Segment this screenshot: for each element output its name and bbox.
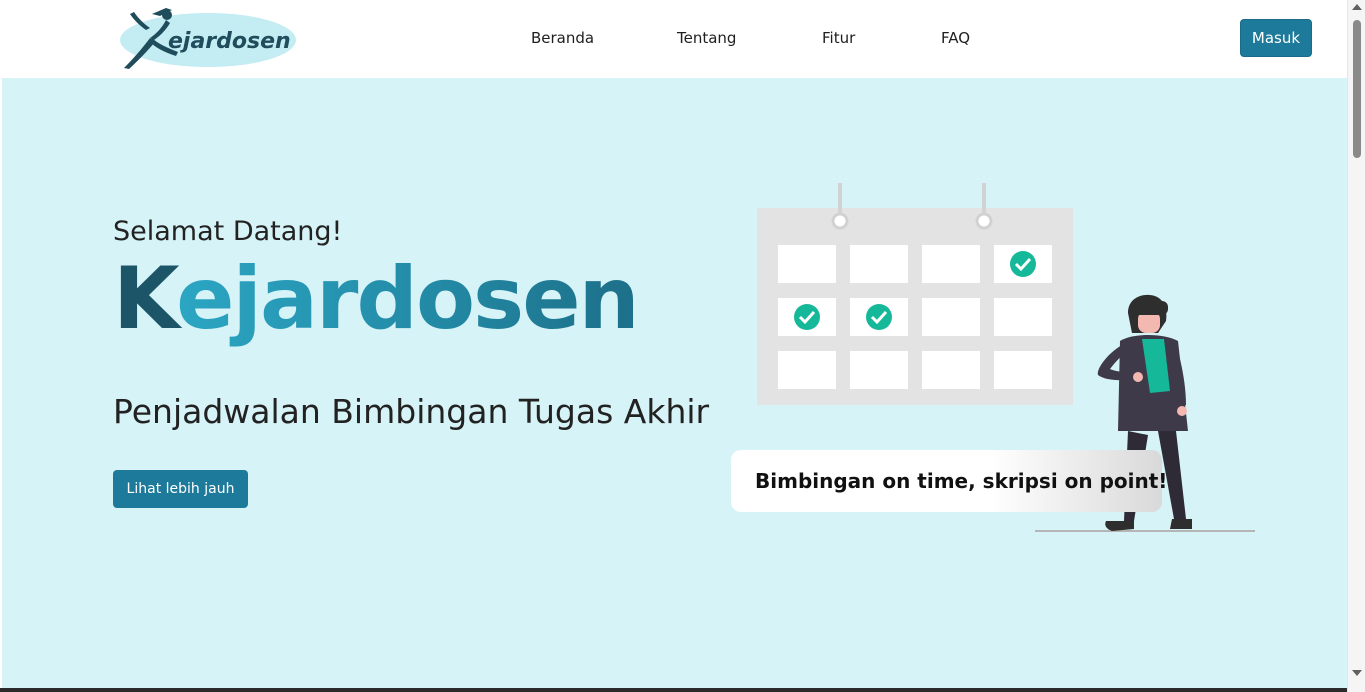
brand-first-letter: K: [113, 249, 178, 349]
brand-rest: ejardosen: [176, 249, 640, 349]
login-button[interactable]: Masuk: [1240, 19, 1312, 57]
hero-section: Selamat Datang! Kejardosen Penjadwalan B…: [2, 78, 1347, 688]
nav-fitur[interactable]: Fitur: [822, 29, 855, 47]
navbar: ejardosen Beranda Tentang Fitur FAQ Masu…: [2, 0, 1347, 78]
check-icon: [794, 304, 820, 330]
vertical-scrollbar[interactable]: [1347, 0, 1365, 692]
scroll-up-arrow-icon[interactable]: [1352, 4, 1362, 10]
nav-tentang[interactable]: Tentang: [677, 29, 736, 47]
check-icon: [866, 304, 892, 330]
check-icon: [1010, 251, 1036, 277]
quote-banner: Bimbingan on time, skripsi on point!: [731, 450, 1167, 512]
brand-title: Kejardosen: [113, 249, 640, 349]
bottom-edge: [0, 688, 1347, 692]
nav-links: Beranda Tentang Fitur FAQ: [2, 0, 1347, 78]
nav-beranda[interactable]: Beranda: [531, 29, 594, 47]
scroll-down-arrow-icon[interactable]: [1352, 670, 1362, 676]
tagline-text: Penjadwalan Bimbingan Tugas Akhir: [113, 392, 710, 431]
scroll-thumb[interactable]: [1353, 20, 1361, 158]
greeting-text: Selamat Datang!: [113, 216, 343, 247]
nav-faq[interactable]: FAQ: [941, 29, 970, 47]
see-more-button[interactable]: Lihat lebih jauh: [113, 470, 248, 508]
page-viewport: ejardosen Beranda Tentang Fitur FAQ Masu…: [2, 0, 1347, 688]
